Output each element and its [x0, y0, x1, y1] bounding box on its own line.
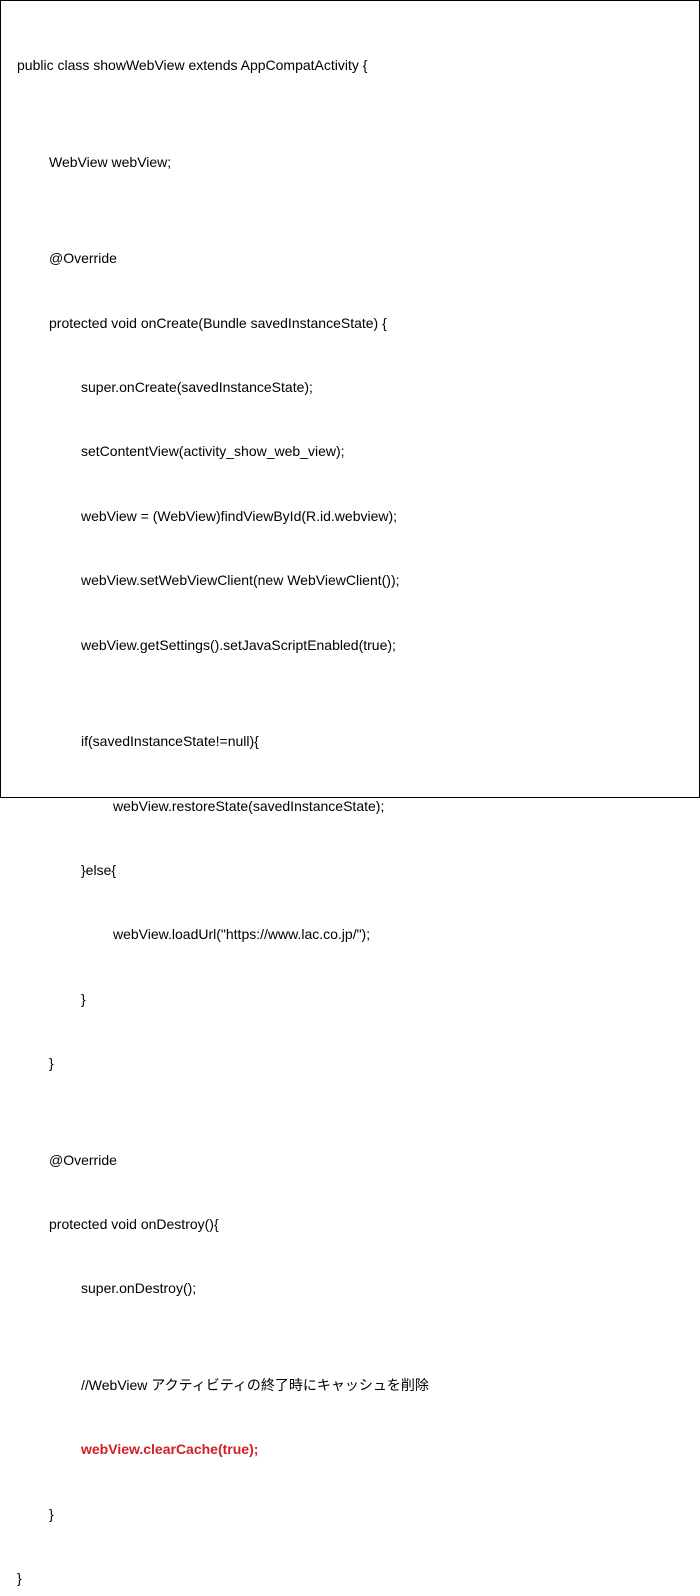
code-line: webView.getSettings().setJavaScriptEnabl…	[17, 629, 683, 661]
code-line: webView.setWebViewClient(new WebViewClie…	[17, 564, 683, 596]
code-line: super.onDestroy();	[17, 1272, 683, 1304]
code-line: }	[17, 1498, 683, 1530]
code-line: @Override	[17, 1144, 683, 1176]
code-line: webView = (WebView)findViewById(R.id.web…	[17, 500, 683, 532]
code-line-highlight: webView.clearCache(true);	[17, 1433, 683, 1465]
code-line: //WebView アクティビティの終了時にキャッシュを削除	[17, 1369, 683, 1401]
code-line: if(savedInstanceState!=null){	[17, 725, 683, 757]
code-line: @Override	[17, 242, 683, 274]
code-line: WebView webView;	[17, 146, 683, 178]
code-line: super.onCreate(savedInstanceState);	[17, 371, 683, 403]
code-line: public class showWebView extends AppComp…	[17, 49, 683, 81]
code-block: public class showWebView extends AppComp…	[17, 17, 683, 1596]
code-line: }	[17, 983, 683, 1015]
code-line: webView.loadUrl("https://www.lac.co.jp/"…	[17, 918, 683, 950]
code-line: protected void onDestroy(){	[17, 1208, 683, 1240]
code-line: protected void onCreate(Bundle savedInst…	[17, 307, 683, 339]
code-line: }else{	[17, 854, 683, 886]
code-line: }	[17, 1562, 683, 1594]
code-line: }	[17, 1047, 683, 1079]
code-frame: public class showWebView extends AppComp…	[0, 0, 700, 798]
code-line: setContentView(activity_show_web_view);	[17, 435, 683, 467]
code-line: webView.restoreState(savedInstanceState)…	[17, 790, 683, 822]
